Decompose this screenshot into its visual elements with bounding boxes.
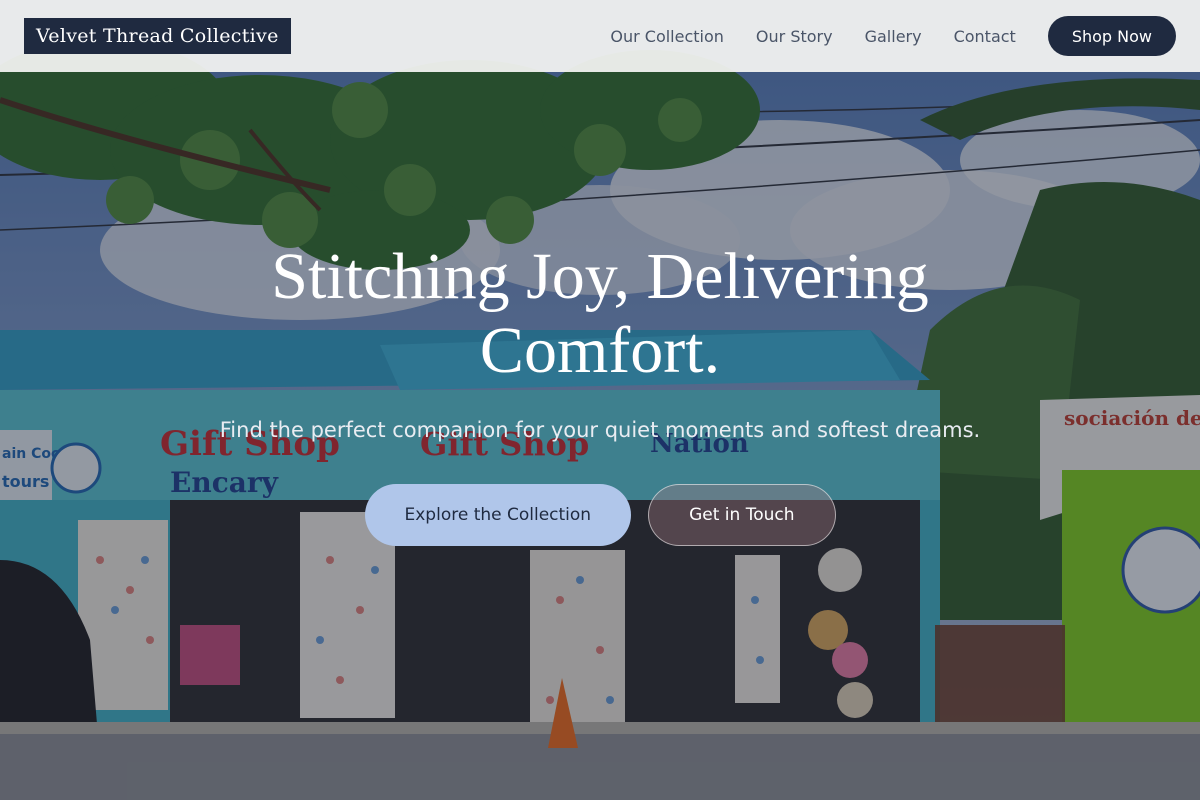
- hero-actions: Explore the Collection Get in Touch: [364, 484, 836, 546]
- nav-link-contact[interactable]: Contact: [954, 27, 1016, 46]
- explore-collection-button[interactable]: Explore the Collection: [364, 484, 632, 546]
- hero-subtitle: Find the perfect companion for your quie…: [219, 418, 981, 442]
- hero-title: Stitching Joy, Delivering Comfort.: [271, 240, 929, 387]
- nav-link-gallery[interactable]: Gallery: [865, 27, 922, 46]
- nav-link-our-collection[interactable]: Our Collection: [610, 27, 724, 46]
- nav-link-our-story[interactable]: Our Story: [756, 27, 833, 46]
- main-nav: Our Collection Our Story Gallery Contact…: [610, 16, 1176, 56]
- site-header: Velvet Thread Collective Our Collection …: [0, 0, 1200, 72]
- brand-logo[interactable]: Velvet Thread Collective: [24, 18, 291, 54]
- hero-section: Stitching Joy, Delivering Comfort. Find …: [0, 240, 1200, 546]
- shop-now-button[interactable]: Shop Now: [1047, 16, 1176, 56]
- get-in-touch-button[interactable]: Get in Touch: [648, 484, 836, 546]
